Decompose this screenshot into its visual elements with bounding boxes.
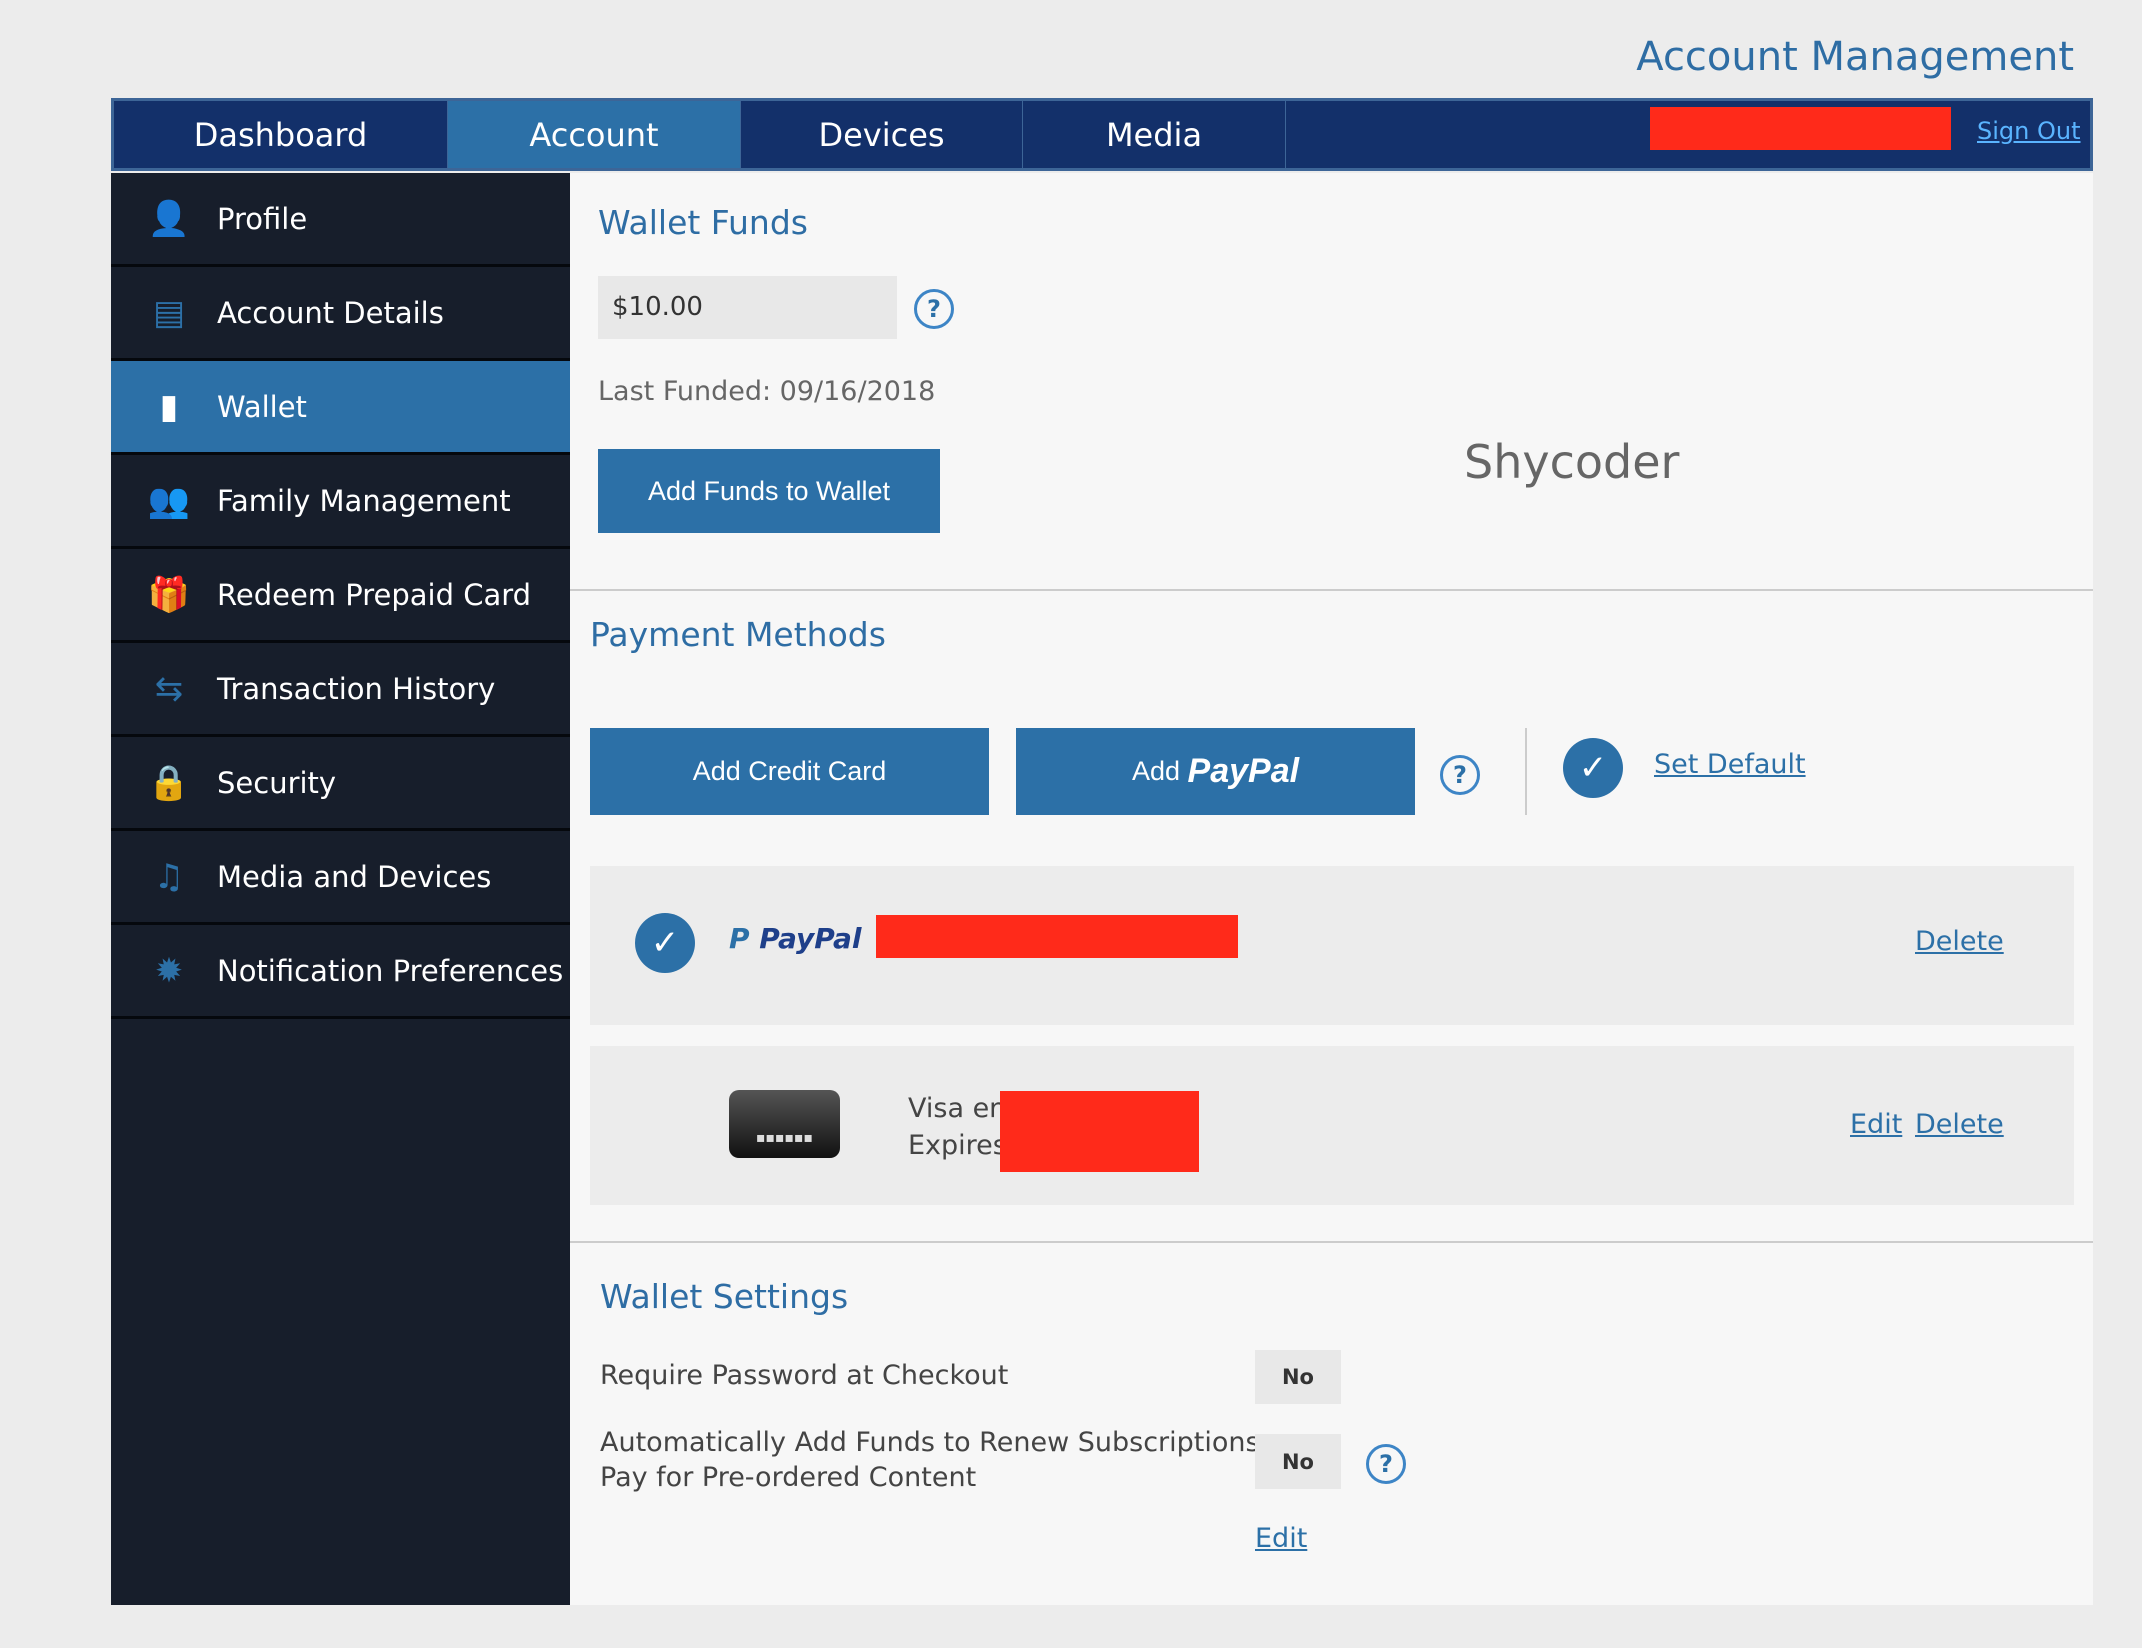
edit-settings-link[interactable]: Edit — [1255, 1523, 1307, 1554]
sidebar-item-label: Family Management — [217, 483, 511, 518]
sidebar-item-label: Account Details — [217, 295, 444, 330]
sidebar-item-security[interactable]: 🔒 Security — [111, 737, 570, 831]
sidebar-item-label: Notification Preferences — [217, 953, 564, 988]
page-title: Account Management — [1636, 34, 2074, 80]
delete-link[interactable]: Delete — [1915, 926, 2004, 957]
sidebar: 👤 Profile ▤ Account Details ▮ Wallet 👥 Famil… — [111, 173, 570, 1605]
gift-icon: 🎁 — [147, 574, 191, 615]
add-paypal-label: Add — [1131, 756, 1180, 786]
add-credit-card-button[interactable]: Add Credit Card — [590, 728, 989, 815]
payment-method-row-paypal: ✓ P PayPal Delete — [590, 866, 2074, 1025]
media-icon: ♫ — [153, 856, 185, 897]
wallet-balance-field: $10.00 — [598, 276, 897, 339]
sidebar-item-family-management[interactable]: 👥 Family Management — [111, 455, 570, 549]
payment-methods-heading: Payment Methods — [590, 615, 886, 654]
redacted-card-details — [1000, 1091, 1199, 1172]
gear-burst-icon: ✹ — [154, 950, 184, 991]
paypal-logo: P PayPal — [729, 922, 862, 955]
lock-icon: 🔒 — [147, 762, 191, 803]
setting-label: Pay for Pre-ordered Content — [600, 1462, 977, 1493]
setting-label: Automatically Add Funds to Renew Subscri… — [600, 1427, 1296, 1458]
sidebar-item-account-details[interactable]: ▤ Account Details — [111, 267, 570, 361]
edit-link[interactable]: Edit — [1850, 1109, 1902, 1140]
default-check-icon: ✓ — [1563, 738, 1623, 798]
sign-out-link[interactable]: Sign Out — [1977, 117, 2081, 145]
wallet-settings-heading: Wallet Settings — [600, 1277, 849, 1316]
paypal-wordmark: PayPal — [1187, 752, 1300, 790]
delete-link[interactable]: Delete — [1915, 1109, 2004, 1140]
wallet-funds-heading: Wallet Funds — [598, 203, 808, 242]
help-icon[interactable]: ? — [1440, 755, 1480, 795]
top-nav: Dashboard Account Devices Media Sign Out — [111, 98, 2093, 171]
document-icon: ▤ — [152, 292, 186, 333]
person-icon: 👤 — [147, 198, 191, 239]
set-default-link[interactable]: Set Default — [1654, 749, 1806, 780]
divider — [570, 1241, 2093, 1243]
help-icon[interactable]: ? — [1366, 1444, 1406, 1484]
setting-value: No — [1255, 1350, 1341, 1404]
username-display: Shycoder — [1464, 435, 1680, 489]
add-paypal-button[interactable]: Add PayPal — [1016, 728, 1415, 815]
tab-devices[interactable]: Devices — [741, 101, 1023, 168]
sidebar-item-media-and-devices[interactable]: ♫ Media and Devices — [111, 831, 570, 925]
tab-account[interactable]: Account — [448, 101, 741, 168]
vertical-divider — [1525, 728, 1527, 815]
selected-check-icon[interactable]: ✓ — [635, 913, 695, 973]
credit-card-icon: ▪▪▪▪▪▪ — [729, 1090, 840, 1158]
people-icon: 👥 — [147, 480, 191, 521]
sidebar-item-redeem-prepaid-card[interactable]: 🎁 Redeem Prepaid Card — [111, 549, 570, 643]
sidebar-item-transaction-history[interactable]: ⇆ Transaction History — [111, 643, 570, 737]
setting-value: No — [1255, 1434, 1341, 1489]
setting-label: Require Password at Checkout — [600, 1360, 1009, 1391]
last-funded-text: Last Funded: 09/16/2018 — [598, 376, 936, 407]
sidebar-item-label: Wallet — [217, 389, 307, 424]
wallet-icon: ▮ — [159, 386, 179, 427]
help-icon[interactable]: ? — [914, 289, 954, 329]
transfer-arrows-icon: ⇆ — [154, 668, 184, 709]
sidebar-item-label: Media and Devices — [217, 859, 492, 894]
sidebar-item-label: Security — [217, 765, 337, 800]
tab-dashboard[interactable]: Dashboard — [114, 101, 448, 168]
main-content: Wallet Funds $10.00 ? Last Funded: 09/16… — [570, 173, 2093, 1605]
sidebar-item-notification-preferences[interactable]: ✹ Notification Preferences — [111, 925, 570, 1019]
sidebar-item-label: Profile — [217, 201, 308, 236]
card-expiry-text: Expires — [908, 1130, 1007, 1161]
payment-method-row-visa: ▪▪▪▪▪▪ Visa end Expires Edit Delete — [590, 1046, 2074, 1205]
tab-media[interactable]: Media — [1023, 101, 1286, 168]
sidebar-item-wallet[interactable]: ▮ Wallet — [111, 361, 570, 455]
sidebar-item-label: Redeem Prepaid Card — [217, 577, 532, 612]
sidebar-item-profile[interactable]: 👤 Profile — [111, 173, 570, 267]
redacted-username — [1650, 107, 1951, 150]
redacted-email — [876, 915, 1238, 958]
sidebar-item-label: Transaction History — [217, 671, 496, 706]
divider — [570, 589, 2093, 591]
add-funds-button[interactable]: Add Funds to Wallet — [598, 449, 940, 533]
